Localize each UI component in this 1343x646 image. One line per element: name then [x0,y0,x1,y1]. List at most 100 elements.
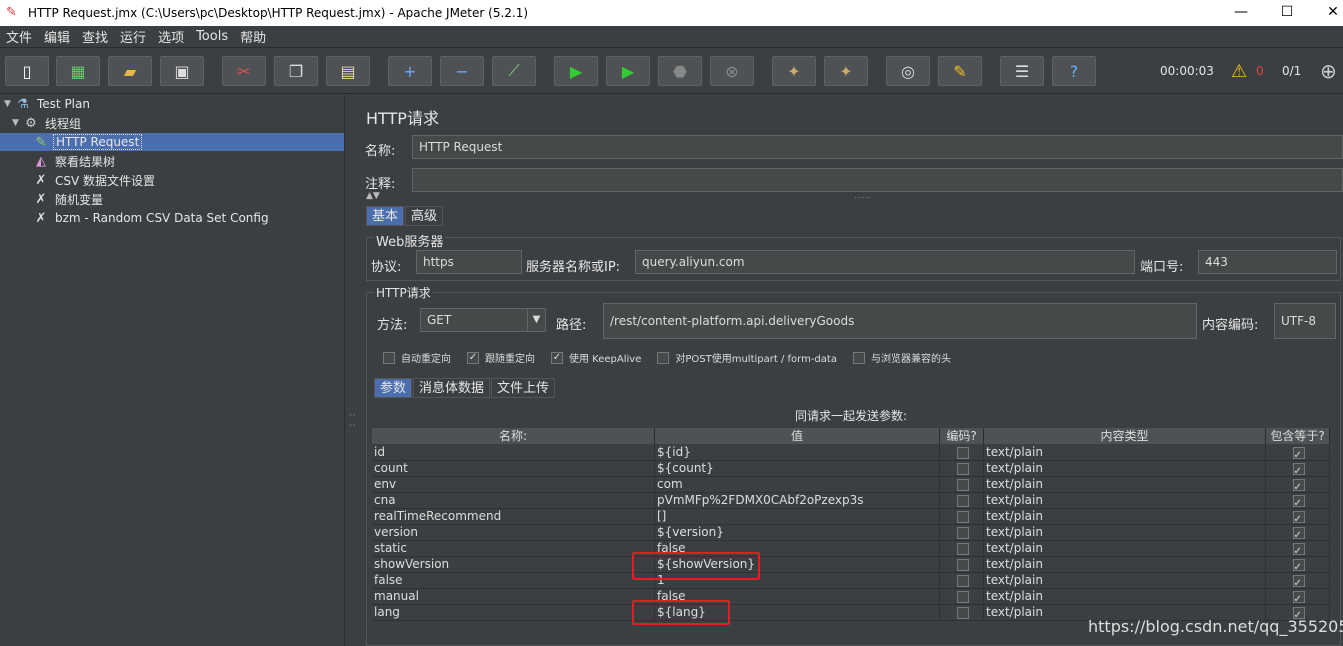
chevron-down-icon[interactable]: ▼ [527,309,545,331]
param-value[interactable]: ${id} [655,445,940,461]
include-equals-checkbox[interactable]: ✓ [1292,543,1305,557]
collapse-arrow-icon[interactable]: ▼ [12,118,22,128]
include-equals-checkbox[interactable]: ✓ [1292,479,1305,493]
include-equals-checkbox[interactable]: ✓ [1292,575,1305,589]
param-content-type[interactable]: text/plain [984,477,1266,493]
start-icon[interactable]: ▶ [554,56,598,86]
param-content-type[interactable]: text/plain [984,493,1266,509]
menu-options[interactable]: 选项 [152,27,190,46]
param-content-type[interactable]: text/plain [984,525,1266,541]
param-name[interactable]: false [372,573,655,589]
table-row[interactable]: showVersion ${showVersion} text/plain ✓ [372,557,1330,573]
name-input[interactable]: HTTP Request [412,135,1343,159]
encode-checkbox[interactable] [956,447,969,459]
encode-checkbox[interactable] [956,463,969,475]
tab-body-data[interactable]: 消息体数据 [413,378,491,398]
tree-node-thread-group[interactable]: ▼ ⚙ 线程组 [12,114,83,132]
tree-node-test-plan[interactable]: ▼ ⚗ Test Plan [4,95,92,113]
tree-node-random-variable[interactable]: ✗ 随机变量 [32,190,105,208]
include-equals-checkbox[interactable]: ✓ [1292,463,1305,477]
expand-all-icon[interactable]: + [388,56,432,86]
col-header-name[interactable]: 名称: [372,428,655,444]
table-row[interactable]: static false text/plain ✓ [372,541,1330,557]
col-header-content-type[interactable]: 内容类型 [984,428,1266,444]
encode-checkbox[interactable] [956,543,969,555]
browser-headers-checkbox[interactable] [852,351,865,364]
encode-checkbox[interactable] [956,527,969,539]
clear-all-icon[interactable]: ✦ [824,56,868,86]
param-name[interactable]: env [372,477,655,493]
menu-run[interactable]: 运行 [114,27,152,46]
maximize-button[interactable]: ☐ [1264,0,1310,26]
protocol-input[interactable]: https [416,250,522,274]
table-row[interactable]: cna pVmMFp%2FDMX0CAbf2oPzexp3s text/plai… [372,493,1330,509]
copy-icon[interactable]: ❐ [274,56,318,86]
encode-checkbox[interactable] [956,575,969,587]
include-equals-checkbox[interactable]: ✓ [1292,495,1305,509]
include-equals-checkbox[interactable]: ✓ [1292,527,1305,541]
cut-icon[interactable]: ✂ [222,56,266,86]
divider-grip-icon[interactable]: ⋯⋯ [854,193,870,202]
minimize-button[interactable]: — [1218,0,1264,26]
table-row[interactable]: id ${id} text/plain ✓ [372,445,1330,461]
method-select[interactable]: GET ▼ [420,308,546,332]
follow-redirect-checkbox[interactable]: ✓ [467,351,479,364]
param-content-type[interactable]: text/plain [984,557,1266,573]
collapse-arrow-icon[interactable]: ▼ [4,99,14,109]
shutdown-icon[interactable]: ⊗ [710,56,754,86]
templates-icon[interactable]: ▦ [56,56,100,86]
menu-file[interactable]: 文件 [0,27,38,46]
reset-search-icon[interactable]: ✎ [938,56,982,86]
encode-checkbox[interactable] [956,559,969,571]
warning-icon[interactable]: ⚠ [1231,61,1247,82]
menu-edit[interactable]: 编辑 [38,27,76,46]
help-icon[interactable]: ? [1052,56,1096,86]
collapse-toggle-icon[interactable]: ▲▼ [366,191,380,201]
param-value[interactable]: [] [655,509,940,525]
param-content-type[interactable]: text/plain [984,589,1266,605]
tab-basic[interactable]: 基本 [366,206,405,226]
open-icon[interactable]: ▰ [108,56,152,86]
paste-icon[interactable]: ▤ [326,56,370,86]
encode-checkbox[interactable] [956,511,969,523]
menu-help[interactable]: 帮助 [234,27,272,46]
table-row[interactable]: count ${count} text/plain ✓ [372,461,1330,477]
close-button[interactable]: ✕ [1310,0,1343,26]
table-row[interactable]: version ${version} text/plain ✓ [372,525,1330,541]
collapse-all-icon[interactable]: − [440,56,484,86]
param-name[interactable]: cna [372,493,655,509]
include-equals-checkbox[interactable]: ✓ [1292,447,1305,461]
stop-icon[interactable]: ⬣ [658,56,702,86]
param-content-type[interactable]: text/plain [984,461,1266,477]
encode-checkbox[interactable] [956,607,969,619]
param-name[interactable]: showVersion [372,557,655,573]
menu-search[interactable]: 查找 [76,27,114,46]
auto-redirect-checkbox[interactable] [383,351,395,364]
param-name[interactable]: static [372,541,655,557]
tab-file-upload[interactable]: 文件上传 [491,378,556,398]
search-icon[interactable]: ◎ [886,56,930,86]
param-value[interactable]: ${version} [655,525,940,541]
param-name[interactable]: id [372,445,655,461]
include-equals-checkbox[interactable]: ✓ [1292,511,1305,525]
tree-node-http-request[interactable]: ✎ HTTP Request [0,133,344,151]
encode-checkbox[interactable] [956,479,969,491]
param-name[interactable]: version [372,525,655,541]
tab-advanced[interactable]: 高级 [405,206,444,226]
toggle-icon[interactable]: ⟋ [492,56,536,86]
include-equals-checkbox[interactable]: ✓ [1292,559,1305,573]
encode-checkbox[interactable] [956,591,969,603]
param-content-type[interactable]: text/plain [984,573,1266,589]
param-name[interactable]: manual [372,589,655,605]
menu-tools[interactable]: Tools [190,29,234,44]
param-name[interactable]: realTimeRecommend [372,509,655,525]
keepalive-checkbox[interactable]: ✓ [551,351,563,364]
table-row[interactable]: manual false text/plain ✓ [372,589,1330,605]
param-content-type[interactable]: text/plain [984,445,1266,461]
multipart-checkbox[interactable] [657,351,670,364]
remote-globe-icon[interactable]: ⊕ [1320,59,1337,83]
clear-icon[interactable]: ✦ [772,56,816,86]
path-input[interactable]: /rest/content-platform.api.deliveryGoods [603,303,1197,339]
start-no-pause-icon[interactable]: ▶ [606,56,650,86]
tree-node-bzm-random-csv[interactable]: ✗ bzm - Random CSV Data Set Config [32,209,271,227]
